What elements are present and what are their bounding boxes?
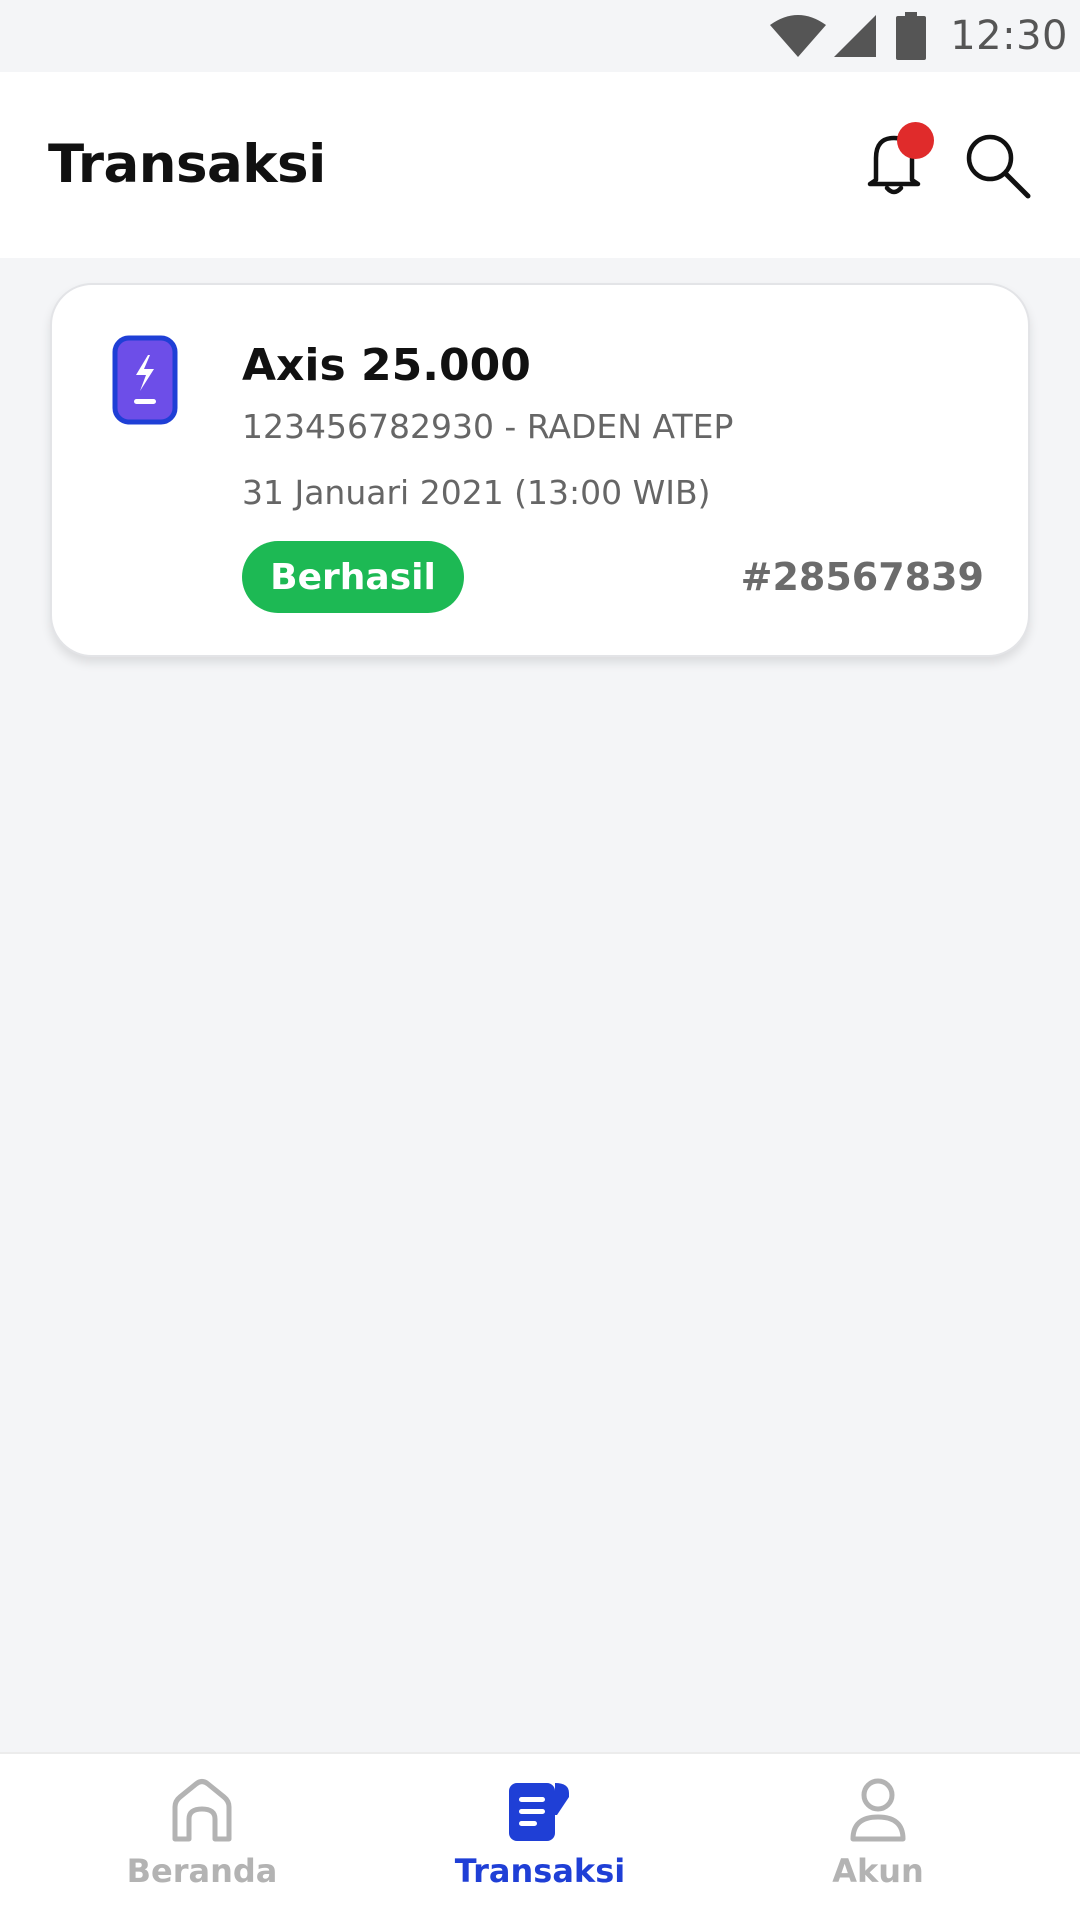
notification-dot <box>897 122 934 159</box>
nav-item-akun[interactable]: Akun <box>748 1754 1008 1920</box>
signal-icon <box>834 15 877 57</box>
search-button[interactable] <box>956 122 1036 202</box>
nav-label-beranda: Beranda <box>126 1852 278 1890</box>
status-icons: 12:30 <box>770 0 1068 72</box>
receipt-icon <box>509 1783 569 1841</box>
nav-item-beranda[interactable]: Beranda <box>72 1754 332 1920</box>
user-icon <box>850 1778 906 1842</box>
transaction-account: 123456782930 - RADEN ATEP <box>242 407 734 446</box>
nav-item-transaksi[interactable]: Transaksi <box>410 1754 670 1920</box>
transaction-date: 31 Januari 2021 (13:00 WIB) <box>242 473 711 512</box>
app-header: Transaksi <box>0 72 1080 258</box>
bottom-nav: Beranda Transaksi Akun <box>0 1752 1080 1920</box>
status-bar: 12:30 <box>0 0 1080 72</box>
status-badge: Berhasil <box>242 541 464 613</box>
status-time: 12:30 <box>950 13 1068 59</box>
search-icon <box>966 134 1031 199</box>
notification-button[interactable] <box>854 122 934 202</box>
battery-icon <box>896 12 927 60</box>
transaction-title: Axis 25.000 <box>242 340 531 391</box>
nav-label-transaksi: Transaksi <box>454 1852 626 1890</box>
page-title: Transaksi <box>48 134 326 195</box>
home-icon <box>172 1779 232 1842</box>
wifi-icon <box>770 15 827 57</box>
nav-label-akun: Akun <box>832 1852 924 1890</box>
screen: 12:30 Transaksi Axis 25.000 123456782930… <box>0 0 1080 1920</box>
phone-credit-icon <box>112 335 178 425</box>
transaction-id: #28567839 <box>740 555 984 599</box>
transaction-card[interactable]: Axis 25.000 123456782930 - RADEN ATEP 31… <box>50 283 1030 657</box>
